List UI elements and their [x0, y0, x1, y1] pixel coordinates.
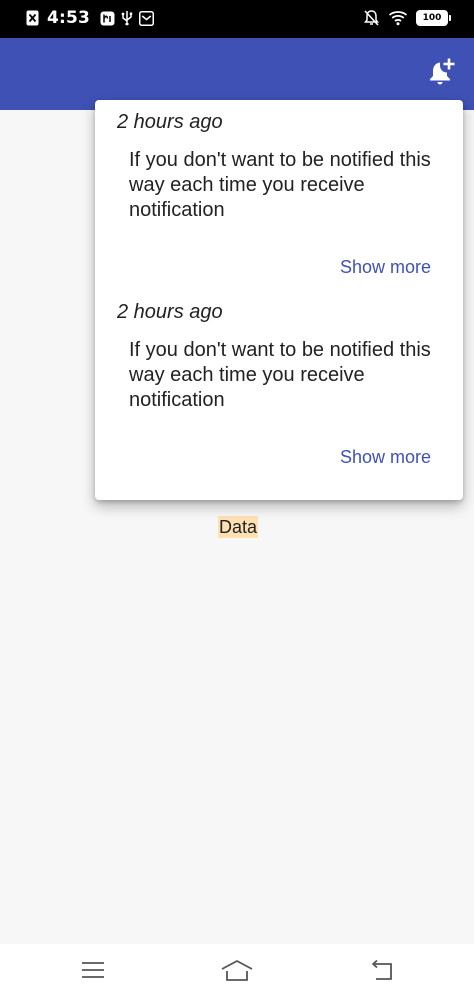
notification-item: 2 hours ago If you don't want to be noti…: [95, 100, 463, 290]
notification-item: 2 hours ago If you don't want to be noti…: [95, 290, 463, 480]
navigation-bar: [0, 944, 474, 1000]
notification-message: If you don't want to be notified this wa…: [129, 339, 431, 411]
app-notification-icon: [100, 11, 115, 26]
add-alert-icon: [427, 57, 457, 92]
add-alert-button[interactable]: [424, 54, 460, 94]
status-time: 4:53: [47, 8, 91, 28]
notification-time: 2 hours ago: [117, 301, 223, 323]
usb-icon: [121, 10, 133, 27]
notification-time: 2 hours ago: [117, 111, 223, 133]
status-bar-right: 100: [363, 9, 451, 27]
x-app-icon: [26, 10, 39, 26]
home-button[interactable]: [220, 958, 254, 986]
notification-message: If you don't want to be notified this wa…: [129, 149, 431, 221]
menu-button[interactable]: [76, 958, 110, 986]
battery-icon: 100: [416, 10, 451, 26]
wifi-icon: [388, 10, 408, 26]
screen: 4:53 100 Data 2 hours ago If you don't w…: [0, 0, 474, 1000]
mute-icon: [363, 9, 380, 27]
back-icon: [368, 959, 394, 986]
back-button[interactable]: [364, 958, 398, 986]
status-bar: 4:53 100: [0, 0, 474, 38]
data-label: Data: [218, 516, 259, 538]
home-icon: [220, 958, 254, 987]
menu-icon: [81, 960, 105, 985]
battery-level: 100: [422, 13, 442, 23]
notification-popup: 2 hours ago If you don't want to be noti…: [95, 100, 463, 500]
status-bar-left: 4:53: [26, 8, 155, 28]
mail-icon: [139, 10, 155, 26]
show-more-link[interactable]: Show more: [340, 447, 431, 468]
show-more-link[interactable]: Show more: [340, 257, 431, 278]
